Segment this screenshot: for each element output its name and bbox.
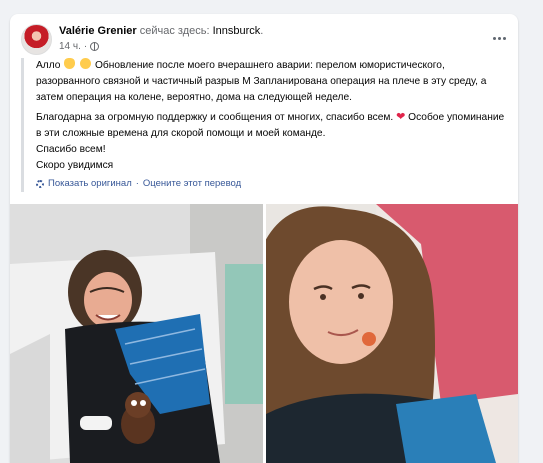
author-name[interactable]: Valérie Grenier — [59, 25, 137, 37]
post-text-greeting: Алло — [36, 60, 61, 71]
location-link[interactable]: Innsburck — [213, 25, 261, 37]
photo-hospital-bed[interactable] — [10, 204, 263, 463]
location-prefix: сейчас здесь: — [139, 25, 210, 37]
photo-grid — [10, 204, 518, 463]
post-card: Valérie Grenier сейчас здесь: Innsburck.… — [10, 14, 518, 463]
red-heart-icon: ❤ — [396, 111, 406, 123]
show-original-link[interactable]: Показать оригинал — [48, 178, 132, 189]
translation-dot: · — [135, 178, 139, 189]
gear-icon — [36, 179, 44, 188]
time-separator: · — [83, 41, 88, 52]
post-text-see-you: Скоро увидимся — [36, 160, 114, 171]
post-meta: Valérie Grenier сейчас здесь: Innsburck. — [59, 25, 263, 37]
post-timestamp-row: 14 ч. · — [59, 41, 100, 52]
author-avatar[interactable] — [21, 24, 52, 55]
post-text-update: Обновление после моего вчерашнего аварии… — [36, 60, 487, 103]
location-suffix: . — [260, 25, 264, 37]
globe-icon — [90, 42, 100, 51]
post-header: Valérie Grenier сейчас здесь: Innsburck.… — [21, 23, 507, 57]
post-text: Алло Обновление после моего вчерашнего а… — [21, 58, 506, 192]
post-time[interactable]: 14 ч. — [59, 41, 81, 52]
translation-bar: Показать оригинал · Оцените этот перевод — [36, 178, 241, 189]
waving-hand-emoji-icon — [64, 58, 76, 69]
sad-face-emoji-icon — [80, 58, 92, 69]
hospital-bed-image — [10, 204, 263, 463]
rate-translation-link[interactable]: Оцените этот перевод — [143, 178, 241, 189]
post-text-thanks-all: Спасибо всем! — [36, 144, 106, 155]
selfie-image — [266, 204, 518, 463]
post-text-thanks: Благодарна за огромную поддержку и сообщ… — [36, 112, 394, 123]
more-options-icon[interactable] — [488, 29, 510, 47]
photo-selfie[interactable] — [266, 204, 518, 463]
